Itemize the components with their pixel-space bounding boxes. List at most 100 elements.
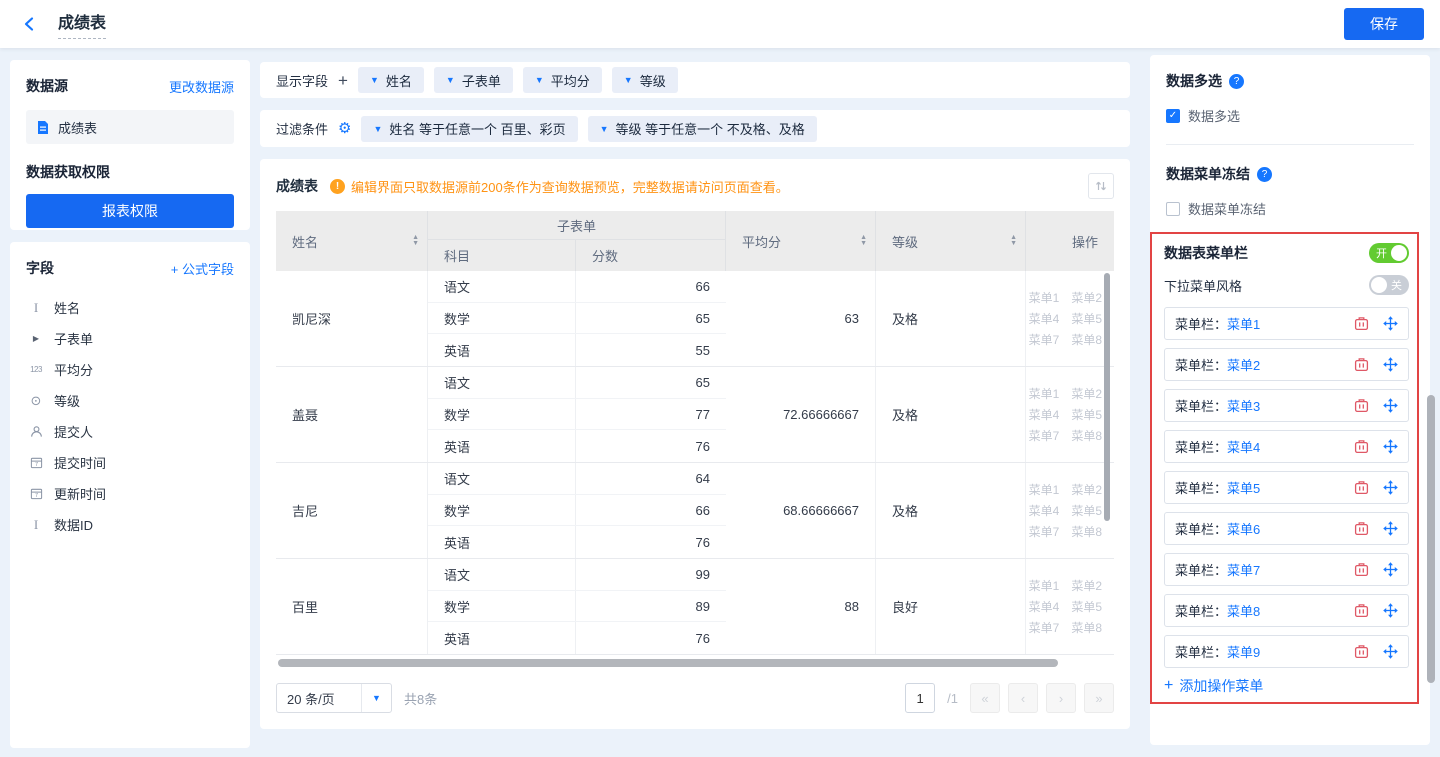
action-menu-link[interactable]: 菜单4 [1029,310,1060,327]
display-field-chip[interactable]: ▼等级 [612,67,678,93]
menu-item-name[interactable]: 菜单5 [1227,478,1260,497]
field-item-数据ID[interactable]: I数据ID [26,509,234,540]
add-action-menu-link[interactable]: + 添加操作菜单 [1164,676,1409,696]
action-menu-link[interactable]: 菜单8 [1071,619,1102,636]
drag-move-icon[interactable] [1383,316,1398,331]
page-title[interactable]: 成绩表 [58,9,106,39]
action-menu-link[interactable]: 菜单7 [1029,427,1060,444]
action-menu-link[interactable]: 菜单7 [1029,331,1060,348]
field-item-提交时间[interactable]: 7提交时间 [26,447,234,478]
sort-grade-control[interactable]: ▲▼ [1010,235,1017,247]
action-menu-link[interactable]: 菜单1 [1029,289,1060,306]
action-menu-link[interactable]: 菜单5 [1071,502,1102,519]
field-item-姓名[interactable]: I姓名 [26,292,234,323]
menu-item-actions [1354,357,1398,372]
help-icon[interactable]: ? [1257,167,1272,182]
report-permission-button[interactable]: 报表权限 [26,194,234,228]
page-scrollbar[interactable] [1427,395,1435,683]
display-field-chip[interactable]: ▼子表单 [434,67,513,93]
default-sort-button[interactable] [1088,173,1114,199]
drag-move-icon[interactable] [1383,562,1398,577]
dropdown-style-toggle[interactable]: 关 [1369,275,1409,295]
delete-icon[interactable] [1354,603,1369,618]
filter-condition-chip[interactable]: ▼姓名 等于任意一个 百里、彩页 [361,116,577,142]
action-menu-link[interactable]: 菜单2 [1071,385,1102,402]
action-menu-link[interactable]: 菜单5 [1071,406,1102,423]
action-menu-link[interactable]: 菜单5 [1071,310,1102,327]
menu-item-name[interactable]: 菜单1 [1227,314,1260,333]
next-page-button[interactable]: › [1046,683,1076,713]
vertical-scrollbar[interactable] [1104,273,1110,521]
drag-move-icon[interactable] [1383,480,1398,495]
menu-bar-item: 菜单栏：菜单5 [1164,471,1409,504]
menu-bar-item: 菜单栏：菜单8 [1164,594,1409,627]
action-menu-link[interactable]: 菜单2 [1071,481,1102,498]
page-size-select[interactable]: 20 条/页 ▼ [276,683,392,713]
menu-item-name[interactable]: 菜单6 [1227,519,1260,538]
horizontal-scrollbar[interactable] [278,659,1058,667]
cell-subject: 英语 [428,622,576,654]
action-menu-link[interactable]: 菜单7 [1029,619,1060,636]
sort-average-control[interactable]: ▲▼ [860,235,867,247]
menu-item-name[interactable]: 菜单9 [1227,642,1260,661]
drag-move-icon[interactable] [1383,398,1398,413]
delete-icon[interactable] [1354,398,1369,413]
menu-item-name[interactable]: 菜单3 [1227,396,1260,415]
drag-move-icon[interactable] [1383,603,1398,618]
action-menu-link[interactable]: 菜单8 [1071,523,1102,540]
action-menu-link[interactable]: 菜单4 [1029,598,1060,615]
menu-item-name[interactable]: 菜单4 [1227,437,1260,456]
field-item-平均分[interactable]: 123平均分 [26,354,234,385]
field-item-提交人[interactable]: 提交人 [26,416,234,447]
menu-bar-toggle[interactable]: 开 [1369,243,1409,263]
drag-move-icon[interactable] [1383,644,1398,659]
help-icon[interactable]: ? [1229,74,1244,89]
action-menu-link[interactable]: 菜单1 [1029,577,1060,594]
action-menu-link[interactable]: 菜单4 [1029,502,1060,519]
action-menu-link[interactable]: 菜单2 [1071,289,1102,306]
drag-move-icon[interactable] [1383,439,1398,454]
formula-field-link[interactable]: + 公式字段 [171,259,234,278]
delete-icon[interactable] [1354,439,1369,454]
action-menu-link[interactable]: 菜单8 [1071,427,1102,444]
delete-icon[interactable] [1354,357,1369,372]
delete-icon[interactable] [1354,316,1369,331]
add-display-field-button[interactable]: + [338,72,348,89]
menu-freeze-checkbox[interactable]: 数据菜单冻结 [1166,199,1414,218]
first-page-button[interactable]: « [970,683,1000,713]
sort-name-control[interactable]: ▲▼ [412,235,419,247]
action-menu-link[interactable]: 菜单4 [1029,406,1060,423]
action-menu-link[interactable]: 菜单7 [1029,523,1060,540]
display-field-chip[interactable]: ▼姓名 [358,67,424,93]
datasource-item[interactable]: 成绩表 [26,110,234,144]
save-button[interactable]: 保存 [1344,8,1424,40]
field-item-更新时间[interactable]: 7更新时间 [26,478,234,509]
menu-item-name[interactable]: 菜单8 [1227,601,1260,620]
action-menu-link[interactable]: 菜单2 [1071,577,1102,594]
display-field-chip[interactable]: ▼平均分 [523,67,602,93]
radio-field-icon: ⊙ [26,393,46,409]
delete-icon[interactable] [1354,644,1369,659]
delete-icon[interactable] [1354,480,1369,495]
action-menu-link[interactable]: 菜单5 [1071,598,1102,615]
last-page-button[interactable]: » [1084,683,1114,713]
page-number-input[interactable]: 1 [905,683,935,713]
drag-move-icon[interactable] [1383,357,1398,372]
menu-item-name[interactable]: 菜单7 [1227,560,1260,579]
delete-icon[interactable] [1354,562,1369,577]
drag-move-icon[interactable] [1383,521,1398,536]
action-menu-link[interactable]: 菜单1 [1029,481,1060,498]
warning-icon: ! [330,179,345,194]
multi-select-checkbox[interactable]: ✓ 数据多选 [1166,106,1414,125]
prev-page-button[interactable]: ‹ [1008,683,1038,713]
gear-icon[interactable]: ⚙ [338,121,351,136]
field-item-子表单[interactable]: ▶子表单 [26,323,234,354]
filter-condition-chip[interactable]: ▼等级 等于任意一个 不及格、及格 [588,116,817,142]
back-button[interactable] [16,10,44,38]
menu-item-name[interactable]: 菜单2 [1227,355,1260,374]
delete-icon[interactable] [1354,521,1369,536]
field-item-等级[interactable]: ⊙等级 [26,385,234,416]
change-datasource-link[interactable]: 更改数据源 [169,77,234,96]
action-menu-link[interactable]: 菜单8 [1071,331,1102,348]
action-menu-link[interactable]: 菜单1 [1029,385,1060,402]
